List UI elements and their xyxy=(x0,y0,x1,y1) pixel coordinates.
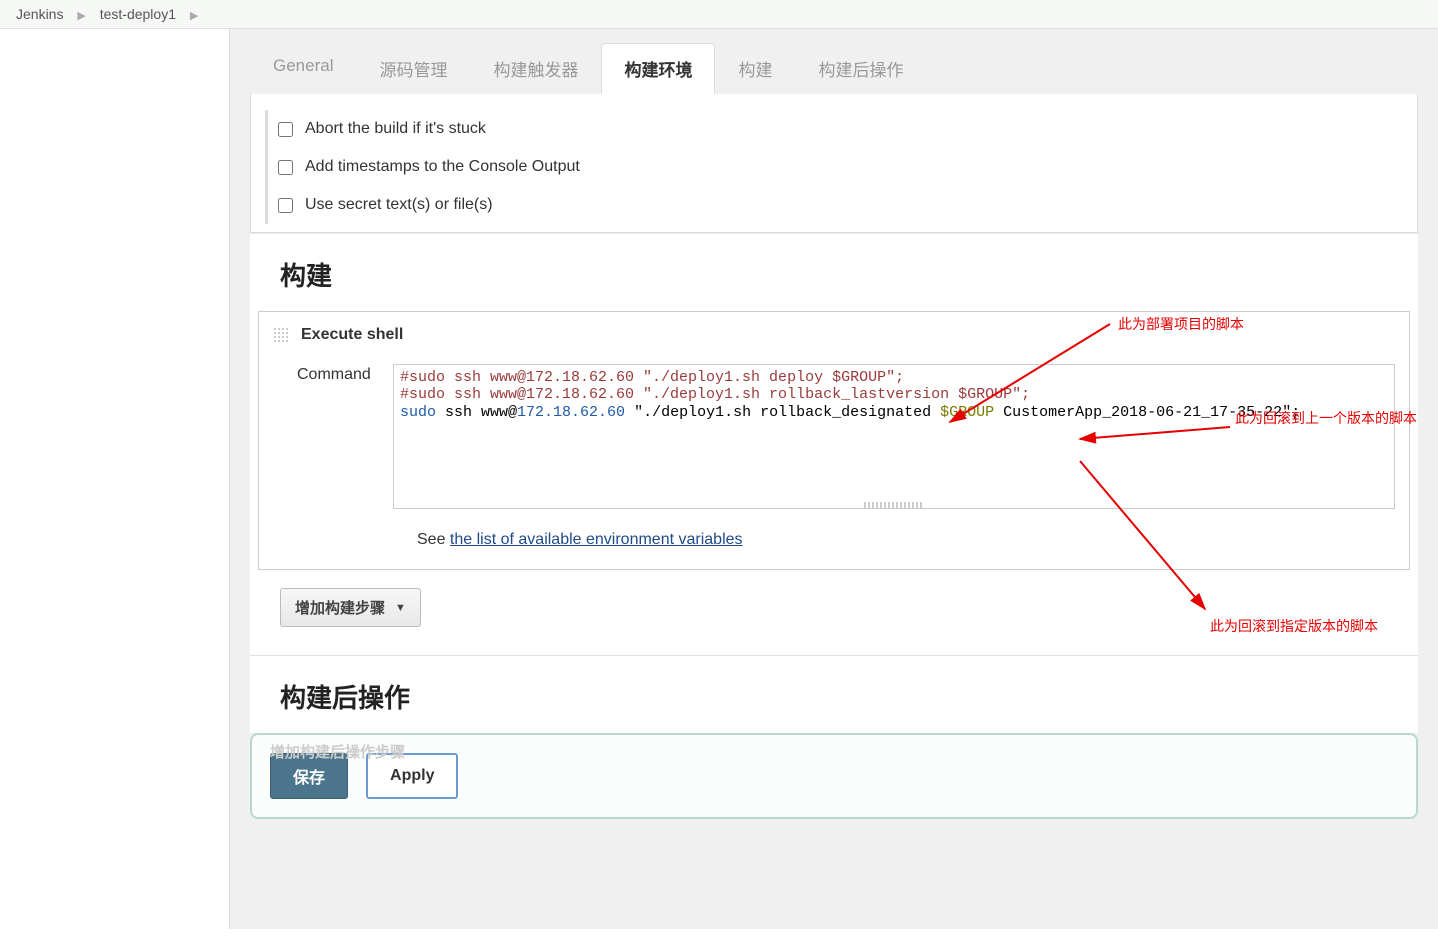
tab-scm[interactable]: 源码管理 xyxy=(356,43,470,94)
build-heading: 构建 xyxy=(250,234,1418,311)
timestamps-row[interactable]: Add timestamps to the Console Output xyxy=(278,148,1417,186)
secrets-row[interactable]: Use secret text(s) or file(s) xyxy=(278,186,1417,224)
command-label: Command xyxy=(273,364,393,384)
apply-button[interactable]: Apply xyxy=(366,753,458,799)
resize-grip[interactable] xyxy=(864,502,924,508)
post-build-heading: 构建后操作 xyxy=(250,656,1418,733)
tab-general[interactable]: General xyxy=(250,43,356,94)
abort-if-stuck-row[interactable]: Abort the build if it's stuck xyxy=(278,110,1417,148)
add-build-step-button[interactable]: 增加构建步骤▼ xyxy=(280,588,421,627)
sidebar xyxy=(0,29,230,929)
annotation-rollback-last: 此为回滚到上一个版本的脚本 xyxy=(1235,409,1425,427)
breadcrumb-item[interactable]: test-deploy1 xyxy=(100,6,176,22)
save-button[interactable]: 保存 xyxy=(270,753,348,799)
bottom-action-bar: 增加构建后操作步骤 保存 Apply xyxy=(250,733,1418,819)
tab-build[interactable]: 构建 xyxy=(715,43,795,94)
tab-post-build[interactable]: 构建后操作 xyxy=(795,43,926,94)
caret-down-icon: ▼ xyxy=(395,602,406,614)
env-vars-link[interactable]: the list of available environment variab… xyxy=(450,531,743,548)
config-tabs: General 源码管理 构建触发器 构建环境 构建 构建后操作 xyxy=(230,29,1438,94)
breadcrumb-root[interactable]: Jenkins xyxy=(16,6,63,22)
post-build-section: 构建后操作 xyxy=(250,656,1418,733)
command-textarea[interactable]: #sudo ssh www@172.18.62.60 "./deploy1.sh… xyxy=(393,364,1395,509)
drag-handle-icon[interactable] xyxy=(273,327,289,343)
secrets-label: Use secret text(s) or file(s) xyxy=(305,196,493,214)
build-section: 构建 Execute shell Command #sudo ssh www@1… xyxy=(250,233,1418,655)
annotation-deploy: 此为部署项目的脚本 xyxy=(1118,315,1244,333)
tab-build-env[interactable]: 构建环境 xyxy=(601,43,715,94)
secrets-checkbox[interactable] xyxy=(278,198,293,213)
execute-shell-title: Execute shell xyxy=(301,326,403,344)
timestamps-label: Add timestamps to the Console Output xyxy=(305,158,580,176)
breadcrumb: Jenkins ▶ test-deploy1 ▶ xyxy=(0,0,1438,29)
abort-if-stuck-label: Abort the build if it's stuck xyxy=(305,120,486,138)
timestamps-checkbox[interactable] xyxy=(278,160,293,175)
env-vars-help: See the list of available environment va… xyxy=(417,531,1395,549)
tab-triggers[interactable]: 构建触发器 xyxy=(470,43,601,94)
execute-shell-step: Execute shell Command #sudo ssh www@172.… xyxy=(258,311,1410,570)
breadcrumb-sep: ▶ xyxy=(190,10,198,22)
content-area: General 源码管理 构建触发器 构建环境 构建 构建后操作 Abort t… xyxy=(230,29,1438,929)
build-env-panel: Abort the build if it's stuck Add timest… xyxy=(250,94,1418,233)
breadcrumb-sep: ▶ xyxy=(77,10,85,22)
annotation-rollback-designated: 此为回滚到指定版本的脚本 xyxy=(1210,617,1380,635)
abort-if-stuck-checkbox[interactable] xyxy=(278,122,293,137)
